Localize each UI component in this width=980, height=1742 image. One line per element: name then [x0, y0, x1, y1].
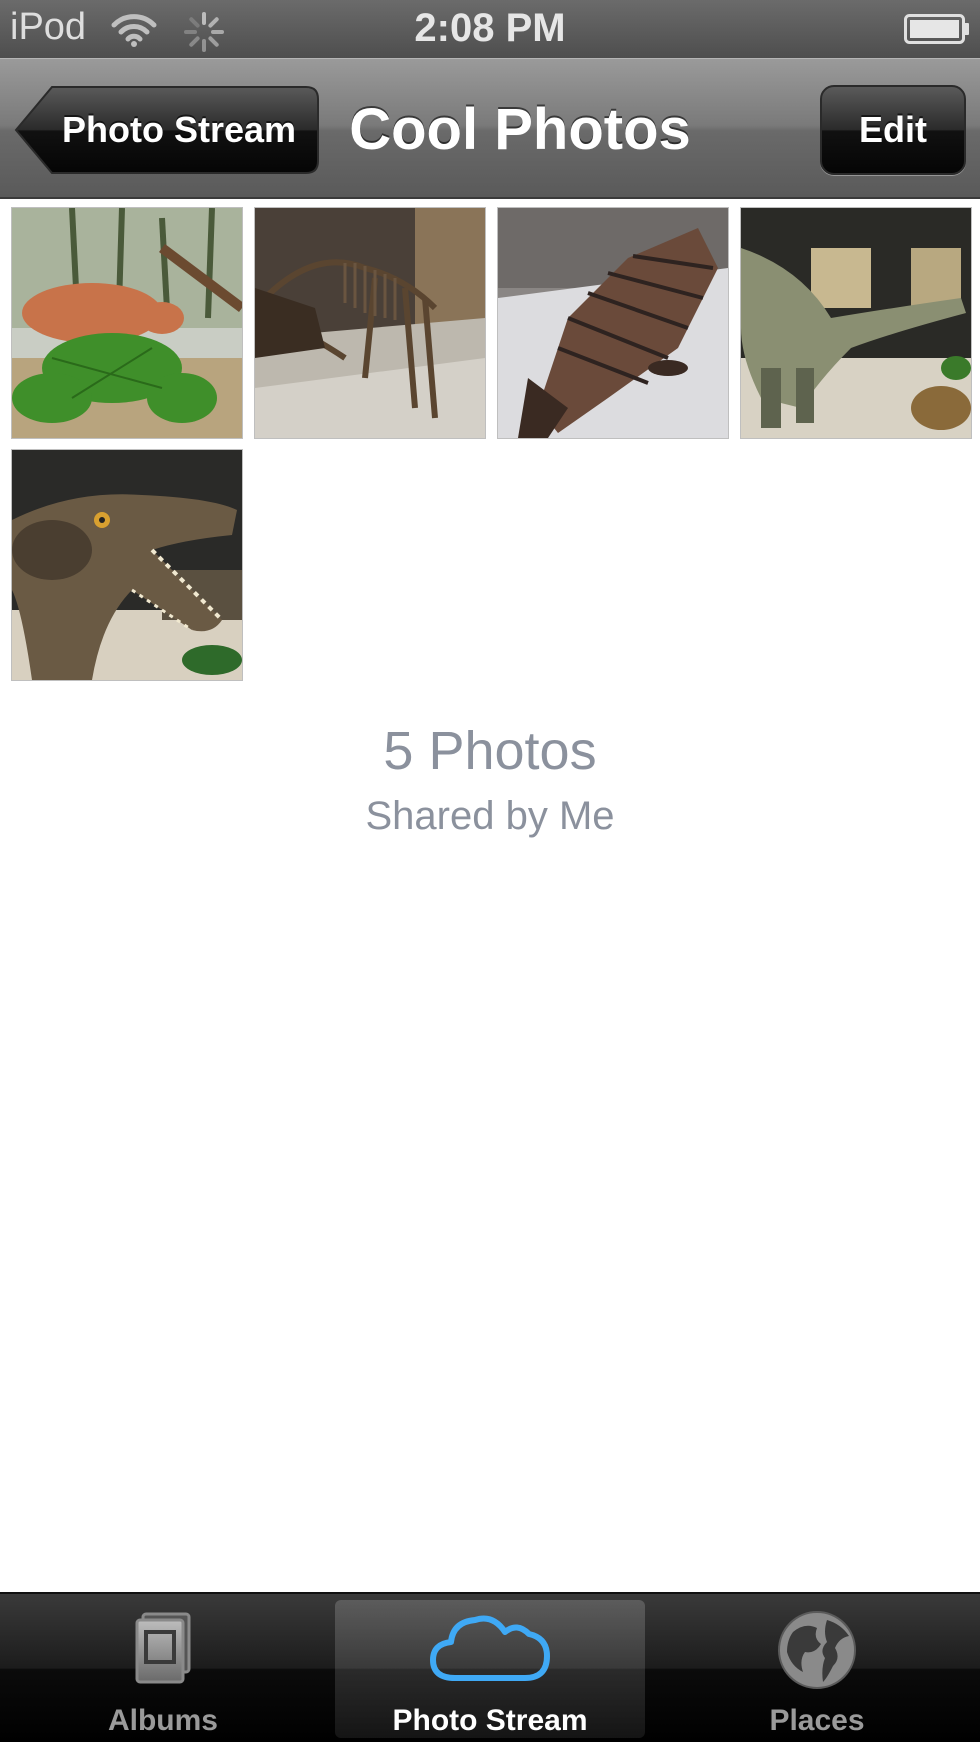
cloud-icon — [430, 1615, 550, 1681]
status-time: 2:08 PM — [414, 6, 566, 50]
tab-photo-stream[interactable]: Photo Stream — [327, 1594, 653, 1742]
photo-count: 5 Photos — [383, 721, 597, 781]
long-neck-dinosaur-photo — [741, 208, 971, 438]
photo-thumbnail-1[interactable] — [12, 208, 242, 438]
tab-albums[interactable]: Albums — [0, 1594, 326, 1742]
photo-summary: 5 Photos Shared by Me — [0, 720, 980, 839]
navigation-bar: Photo Stream Cool Photos Edit — [0, 58, 980, 199]
shared-by-label: Shared by Me — [365, 794, 615, 838]
tab-photo-stream-label: Photo Stream — [392, 1704, 588, 1737]
battery-icon — [904, 14, 969, 44]
diorama-photo — [12, 208, 242, 438]
tab-albums-label: Albums — [107, 1704, 218, 1737]
edit-button[interactable]: Edit — [820, 85, 966, 175]
albums-icon — [135, 1612, 191, 1684]
tab-places-label: Places — [769, 1704, 865, 1737]
armored-fossil-photo — [498, 208, 728, 438]
tab-places[interactable]: Places — [654, 1594, 980, 1742]
photo-thumbnail-3[interactable] — [498, 208, 728, 438]
page-title: Cool Photos — [349, 97, 691, 162]
photo-thumbnail-4[interactable] — [741, 208, 971, 438]
tab-bar: Albums Photo Stream Places — [0, 1592, 980, 1742]
photo-thumbnail-2[interactable] — [255, 208, 485, 438]
back-button[interactable]: Photo Stream — [14, 85, 320, 175]
status-bar: iPod 2:08 PM — [0, 0, 980, 58]
dinosaur-head-photo — [12, 450, 242, 680]
skeleton-photo — [255, 208, 485, 438]
globe-icon — [778, 1611, 856, 1689]
back-button-label: Photo Stream — [61, 109, 297, 150]
photo-thumbnail-5[interactable] — [12, 450, 242, 680]
